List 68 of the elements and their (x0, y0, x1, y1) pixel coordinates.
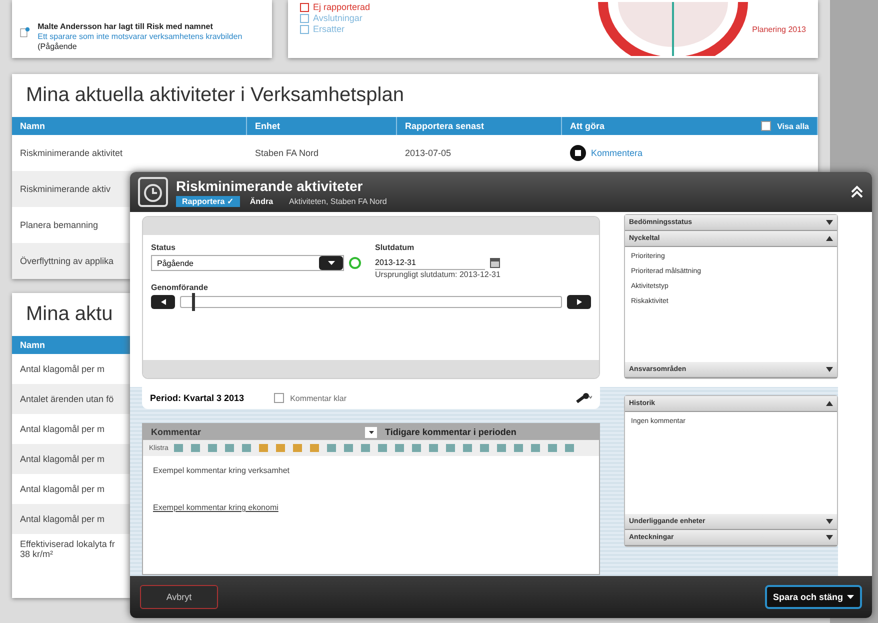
comment-text: Exempel kommentar kring verksamhet (153, 466, 290, 475)
chevron-down-icon (826, 220, 833, 225)
table-cell-text: Antalet ärenden utan fö (19, 394, 115, 404)
table-cell-text: Riskminimerande aktiv (19, 184, 112, 194)
table-cell-text: 2013-07-05 (404, 148, 452, 158)
column-header: Rapportera senast (405, 121, 484, 131)
dialog-title: Riskminimerande aktiviteter (176, 178, 364, 194)
save-close-button[interactable]: Spara och stäng (764, 585, 862, 609)
column-header: Namn (20, 340, 46, 350)
card-title: Mina aktu (25, 302, 114, 327)
comment-link[interactable]: Kommentera (591, 148, 643, 158)
table-cell-text: Staben FA Nord (254, 148, 320, 158)
editor-tab[interactable]: Kommentar (143, 427, 365, 437)
column-header: Att göra (570, 121, 604, 131)
editor-tab[interactable]: Tidigare kommentar i perioden (377, 427, 599, 437)
collapse-button[interactable] (850, 185, 864, 199)
status-dot (349, 257, 361, 269)
table-cell-text: Antal klagomål per m (19, 424, 106, 434)
increase-button[interactable] (567, 295, 591, 309)
table-cell-text: Överflyttning av applika (19, 256, 115, 266)
date-field[interactable]: 2013-12-31 (375, 255, 485, 270)
wrench-icon[interactable] (576, 393, 592, 403)
status-select[interactable]: Pågående (151, 255, 344, 271)
table-cell-text: Planera bemanning (19, 220, 100, 230)
slider-thumb[interactable] (192, 293, 196, 311)
chevron-up-icon (826, 401, 833, 406)
caret-icon (368, 430, 374, 434)
clock-icon (138, 177, 168, 207)
table-cell-text: Antal klagomål per m (19, 364, 106, 374)
progress-slider[interactable] (180, 296, 562, 308)
left-arrow-icon (160, 299, 166, 305)
legend-item: Ej rapporterad (300, 2, 370, 12)
comment-text: Exempel kommentar kring ekonomi (153, 503, 280, 512)
chevron-down-icon (826, 367, 833, 372)
right-arrow-icon (576, 299, 582, 305)
field-label: Genomförande (151, 283, 209, 292)
feed-message: Malte Andersson har lagt till Risk med namnet Ett sparare som inte motsvarar verksamhetens kravbilden (Pågående (38, 22, 244, 53)
show-all-checkbox[interactable]: Visa alla (761, 121, 809, 131)
context-label: Aktiviteten, Staben FA Nord (289, 196, 387, 206)
field-label: Status (151, 243, 176, 252)
calendar-icon[interactable] (490, 258, 500, 268)
column-header: Namn (20, 121, 46, 131)
table-cell-text: Effektiviserad lokalyta fr 38 kr/m² (19, 539, 116, 559)
dialog-tab[interactable]: Rapportera ✓ (176, 196, 240, 206)
chevron-down-icon (826, 535, 833, 540)
chevron-down-icon (826, 519, 833, 524)
table-cell-text: Riskminimerande aktivitet (19, 148, 124, 158)
card-title: Mina aktuella aktiviteter i Verksamhetsplan (25, 83, 405, 108)
period-label: Period: Kvartal 3 2013 (150, 393, 244, 403)
chart-label: Planering 2013 (752, 24, 806, 34)
original-date-note: Ursprungligt slutdatum: 2013-12-31 (375, 270, 502, 279)
decrease-button[interactable] (151, 295, 175, 309)
caret-icon (328, 261, 334, 265)
comment-done-checkbox[interactable]: Kommentar klar (274, 393, 347, 403)
double-chevron-up-icon (850, 185, 864, 199)
feed-link[interactable]: Ett sparare som inte motsvarar verksamhetens kravbilden (38, 32, 242, 41)
column-header: Enhet (255, 121, 280, 131)
table-cell-text: Antal klagomål per m (19, 514, 106, 524)
table-cell-text: Antal klagomål per m (19, 484, 106, 494)
cancel-button[interactable]: Avbryt (140, 585, 218, 609)
dropdown-button[interactable] (365, 426, 377, 438)
table-cell-text: Antal klagomål per m (19, 454, 106, 464)
dialog-tab[interactable]: Ändra (244, 196, 280, 206)
caret-icon (847, 595, 854, 599)
legend-item: Ersatter (300, 24, 370, 34)
chevron-up-icon (826, 236, 833, 241)
legend-item: Avslutningar (300, 13, 370, 23)
field-label: Slutdatum (375, 243, 416, 252)
